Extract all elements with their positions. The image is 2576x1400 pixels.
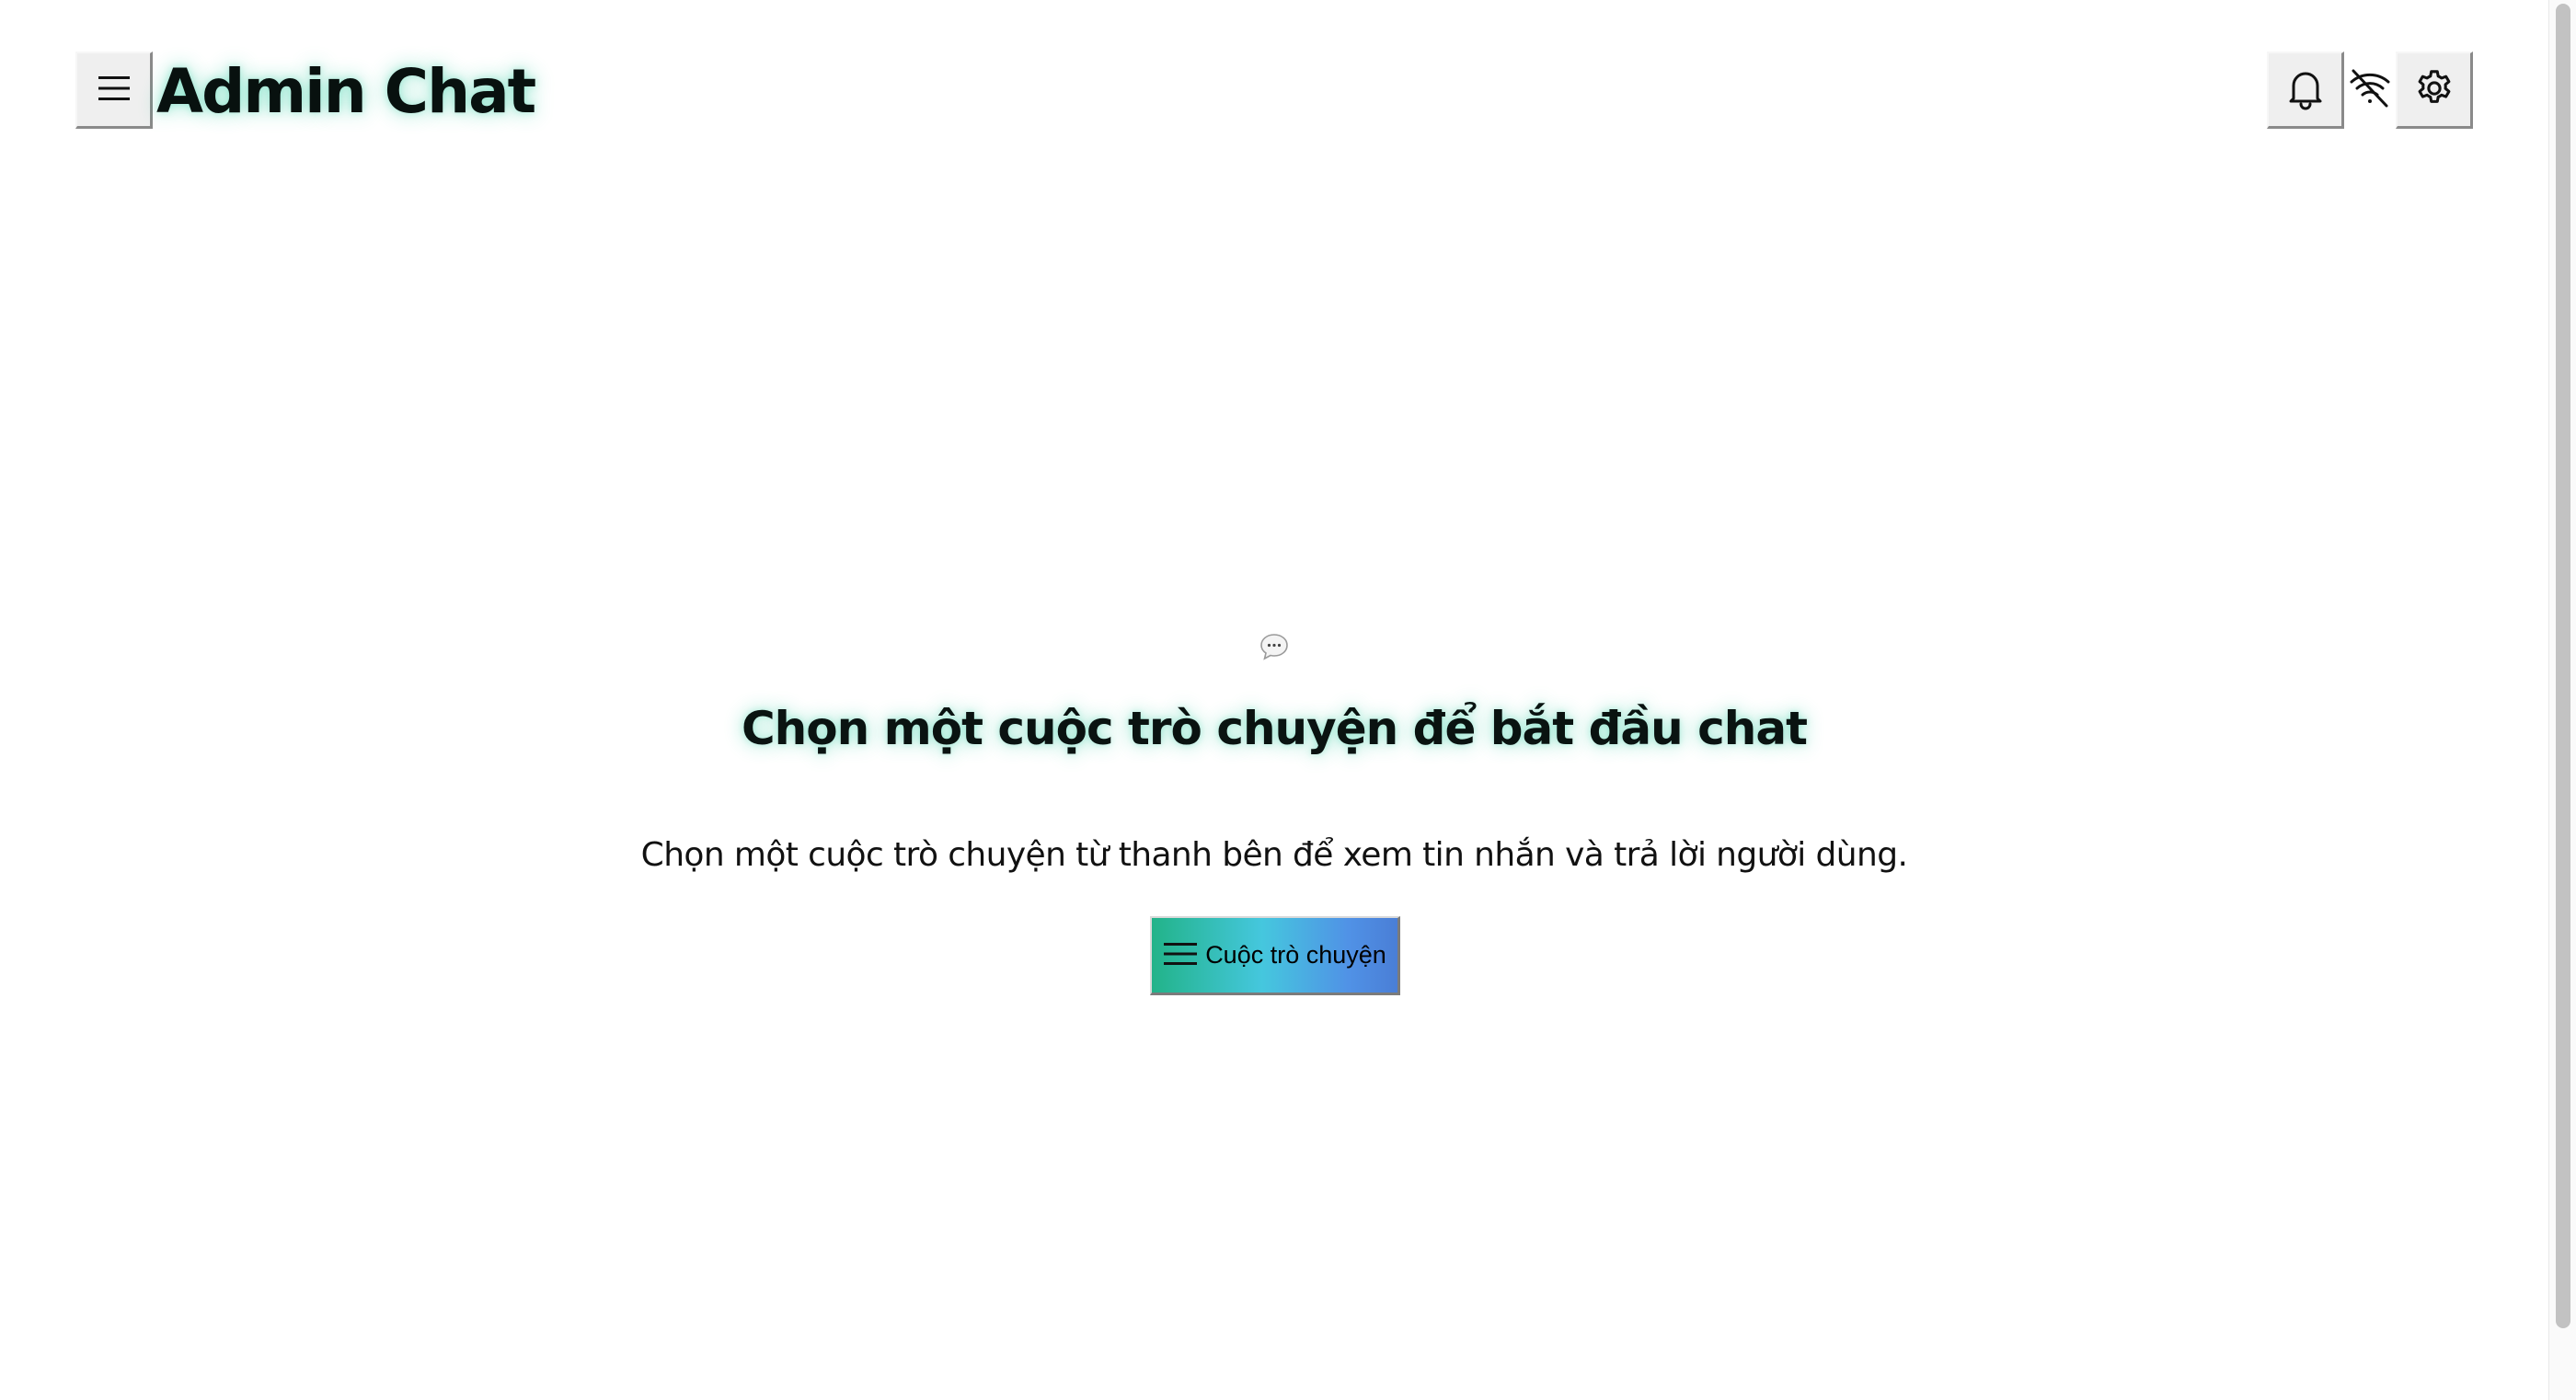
wifi-off-icon — [2349, 68, 2391, 112]
hamburger-menu-icon — [96, 73, 132, 108]
app-root: Admin Chat Chọn một cuộc trò chuyện để b… — [0, 0, 2576, 1400]
empty-state-title: Chọn một cuộc trò chuyện để bắt đầu chat — [741, 702, 1808, 755]
connection-status — [2346, 64, 2394, 116]
conversations-button[interactable]: Cuộc trò chuyện — [1150, 916, 1400, 995]
chat-bubble-icon — [1259, 631, 1290, 662]
bell-icon — [2286, 66, 2325, 114]
conversations-button-label: Cuộc trò chuyện — [1205, 941, 1386, 969]
hamburger-menu-icon — [1163, 940, 1198, 971]
empty-state-description: Chọn một cuộc trò chuyện từ thanh bên để… — [640, 836, 1908, 874]
scrollbar-thumb[interactable] — [2556, 4, 2570, 1328]
settings-button[interactable] — [2396, 52, 2473, 129]
menu-button[interactable] — [75, 52, 153, 129]
header: Admin Chat — [75, 52, 2477, 132]
app-title: Admin Chat — [156, 56, 536, 127]
notifications-button[interactable] — [2267, 52, 2344, 129]
gear-icon — [2413, 67, 2455, 113]
vertical-scrollbar[interactable] — [2548, 0, 2576, 1400]
